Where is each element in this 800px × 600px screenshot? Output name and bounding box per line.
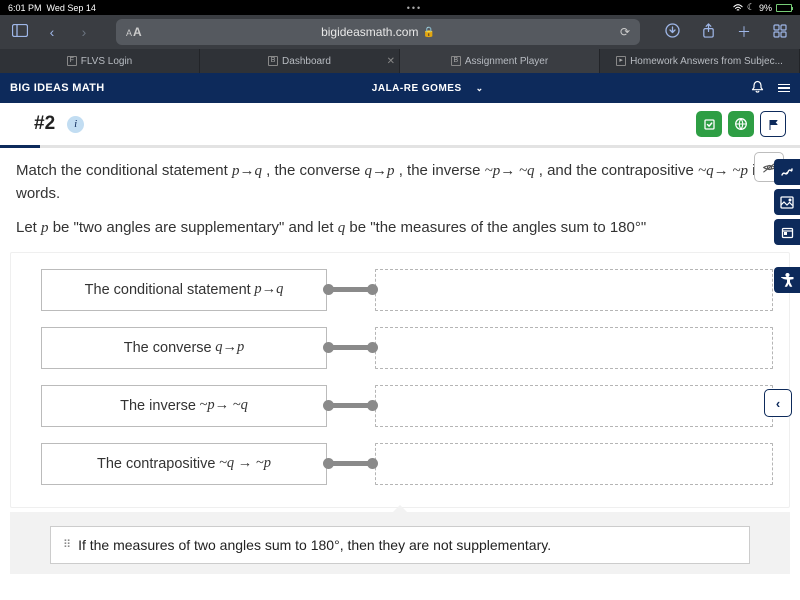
wifi-icon bbox=[733, 4, 743, 12]
tab-homework-answers[interactable]: ▸ Homework Answers from Subjec... bbox=[600, 49, 800, 73]
moon-icon: ☾ bbox=[747, 2, 755, 13]
tabs-overview-button[interactable] bbox=[770, 24, 790, 41]
matching-area: The conditional statement p→q The conver… bbox=[10, 252, 790, 508]
image-tool-button[interactable] bbox=[774, 189, 800, 215]
tab-label: Assignment Player bbox=[465, 56, 548, 67]
chevron-down-icon: ⌄ bbox=[476, 83, 484, 94]
assignment-page: #2 i Match the conditional statement p→q… bbox=[0, 103, 800, 600]
favicon: ▸ bbox=[616, 56, 626, 66]
tab-label: Homework Answers from Subjec... bbox=[630, 56, 783, 67]
battery-icon bbox=[776, 4, 792, 12]
status-time: 6:01 PM Wed Sep 14 bbox=[8, 3, 96, 13]
accessibility-button[interactable] bbox=[774, 267, 800, 293]
reload-button[interactable]: ⟳ bbox=[620, 25, 630, 39]
battery-pct: 9% bbox=[759, 3, 772, 13]
answer-option[interactable]: ⠿ If the measures of two angles sum to 1… bbox=[50, 526, 750, 564]
favicon: B bbox=[451, 56, 461, 66]
match-label: The contrapositive ~q → ~p bbox=[41, 443, 327, 485]
connector-handle[interactable] bbox=[325, 461, 373, 466]
ios-status-bar: 6:01 PM Wed Sep 14 ••• ☾ 9% bbox=[0, 0, 800, 15]
drop-target[interactable] bbox=[375, 269, 773, 311]
drop-target[interactable] bbox=[375, 443, 773, 485]
share-button[interactable] bbox=[698, 23, 718, 41]
close-icon[interactable]: ✕ bbox=[387, 56, 395, 67]
url-text: bigideasmath.com bbox=[321, 25, 418, 39]
progress-bar bbox=[0, 145, 800, 148]
app-header: BIG IDEAS MATH JALA-RE GOMES ⌄ bbox=[0, 73, 800, 103]
favicon: B bbox=[268, 56, 278, 66]
answer-option-text: If the measures of two angles sum to 180… bbox=[78, 537, 551, 553]
lock-icon: 🔒 bbox=[422, 27, 434, 38]
question-info-button[interactable]: i bbox=[67, 116, 84, 133]
notifications-button[interactable] bbox=[751, 80, 764, 97]
match-label: The converse q→p bbox=[41, 327, 327, 369]
match-row-contrapositive: The contrapositive ~q → ~p bbox=[41, 443, 773, 485]
collapse-panel-button[interactable]: ‹ bbox=[764, 389, 792, 417]
safari-toolbar: ‹ › AA bigideasmath.com 🔒 ⟳ ＋ bbox=[0, 15, 800, 49]
flag-button[interactable] bbox=[760, 111, 786, 137]
tab-dashboard[interactable]: B Dashboard ✕ bbox=[200, 49, 400, 73]
connector-handle[interactable] bbox=[325, 345, 373, 350]
status-right: ☾ 9% bbox=[733, 2, 792, 13]
tab-label: FLVS Login bbox=[81, 56, 133, 67]
question-header: #2 i bbox=[0, 103, 800, 145]
sidebar-toggle-icon[interactable] bbox=[10, 24, 30, 40]
language-button[interactable] bbox=[728, 111, 754, 137]
favicon: F bbox=[67, 56, 77, 66]
tool-rail bbox=[774, 159, 800, 293]
status-handle-dots: ••• bbox=[96, 3, 733, 13]
user-menu[interactable]: JALA-RE GOMES ⌄ bbox=[372, 83, 484, 94]
question-number: #2 bbox=[34, 113, 55, 135]
calendar-tool-button[interactable] bbox=[774, 219, 800, 245]
drop-target[interactable] bbox=[375, 385, 773, 427]
reader-aa-button[interactable]: AA bbox=[126, 25, 143, 39]
match-row-conditional: The conditional statement p→q bbox=[41, 269, 773, 311]
drag-grip-icon: ⠿ bbox=[63, 538, 70, 551]
question-text: Match the conditional statement p→q , th… bbox=[16, 160, 784, 240]
tab-assignment-player[interactable]: B Assignment Player bbox=[400, 49, 600, 73]
tab-label: Dashboard bbox=[282, 56, 331, 67]
match-label: The conditional statement p→q bbox=[41, 269, 327, 311]
connector-handle[interactable] bbox=[325, 403, 373, 408]
tab-flvs-login[interactable]: F FLVS Login bbox=[0, 49, 200, 73]
app-brand[interactable]: BIG IDEAS MATH bbox=[10, 82, 104, 94]
connector-handle[interactable] bbox=[325, 287, 373, 292]
forward-button: › bbox=[74, 24, 94, 40]
menu-button[interactable] bbox=[778, 82, 790, 95]
match-row-inverse: The inverse ~p→ ~q bbox=[41, 385, 773, 427]
check-answer-button[interactable] bbox=[696, 111, 722, 137]
url-bar[interactable]: AA bigideasmath.com 🔒 ⟳ bbox=[116, 19, 640, 45]
drop-target[interactable] bbox=[375, 327, 773, 369]
back-button[interactable]: ‹ bbox=[42, 24, 62, 40]
answer-bank: ⠿ If the measures of two angles sum to 1… bbox=[10, 512, 790, 574]
downloads-button[interactable] bbox=[662, 23, 682, 41]
scribble-tool-button[interactable] bbox=[774, 159, 800, 185]
user-name: JALA-RE GOMES bbox=[372, 83, 462, 94]
match-row-converse: The converse q→p bbox=[41, 327, 773, 369]
match-label: The inverse ~p→ ~q bbox=[41, 385, 327, 427]
new-tab-button[interactable]: ＋ bbox=[734, 22, 754, 42]
safari-tab-strip: F FLVS Login B Dashboard ✕ B Assignment … bbox=[0, 49, 800, 73]
